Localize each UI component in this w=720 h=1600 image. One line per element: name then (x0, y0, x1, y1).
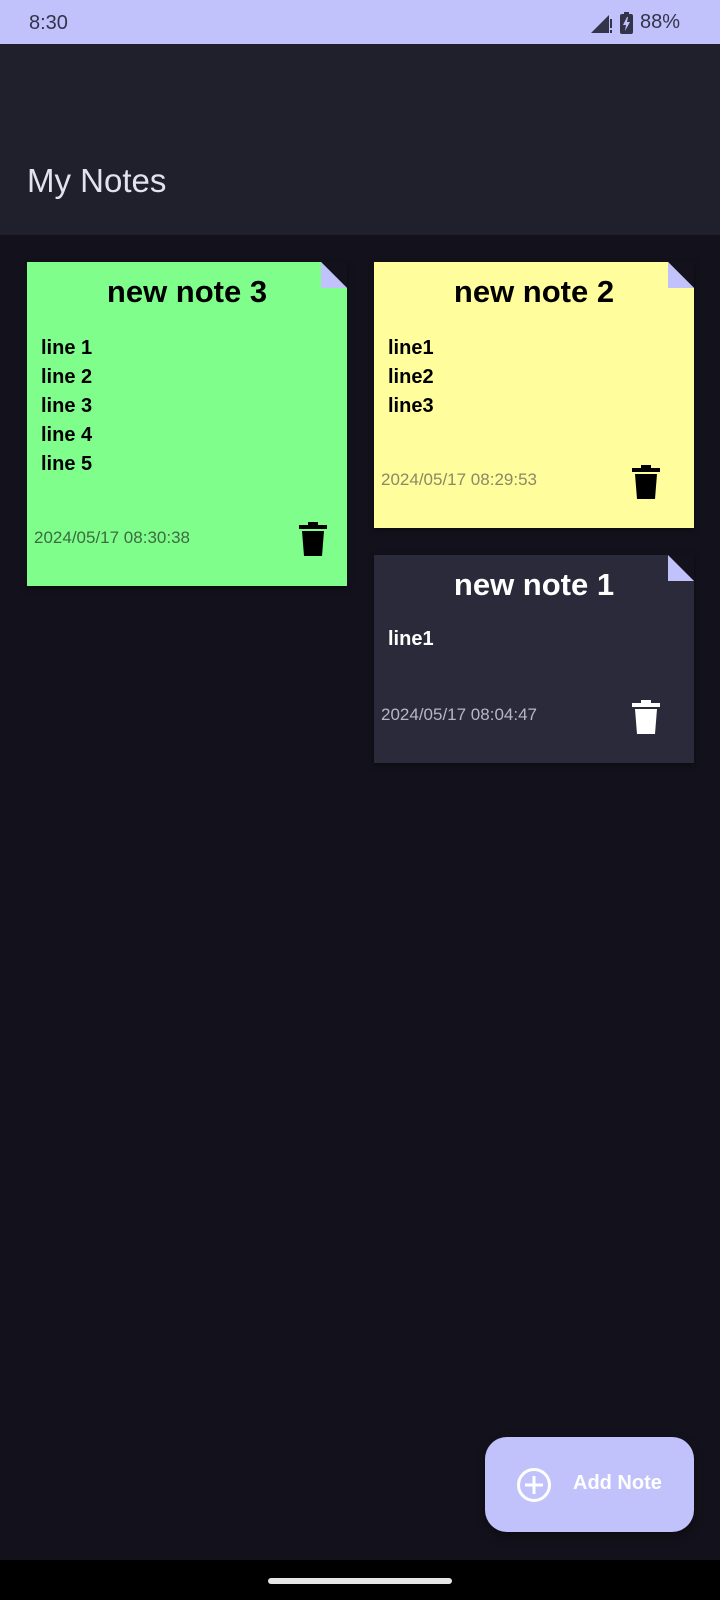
trash-icon[interactable] (632, 465, 660, 499)
note-body: line1 line2 line3 (388, 334, 434, 421)
note-line: line1 (388, 337, 434, 359)
add-circle-icon (517, 1468, 551, 1502)
add-note-button[interactable]: Add Note (485, 1437, 694, 1532)
note-card-1[interactable]: new note 1 line1 2024/05/17 08:04:47 (374, 555, 694, 763)
status-time: 8:30 (29, 12, 68, 34)
note-title: new note 1 (453, 567, 615, 602)
add-note-label: Add Note (573, 1472, 662, 1494)
trash-icon[interactable] (299, 522, 327, 556)
battery-percent: 88% (639, 11, 680, 33)
status-bar: 8:30 88% (0, 0, 720, 44)
note-title: new note 2 (453, 274, 615, 309)
note-line: line 4 (41, 424, 93, 446)
note-card-2[interactable]: new note 2 line1 line2 line3 2024/05/17 … (374, 262, 694, 528)
note-date: 2024/05/17 08:29:53 (381, 470, 537, 489)
home-indicator[interactable] (268, 1578, 452, 1584)
app-bar: My Notes (0, 44, 720, 235)
note-line: line 3 (41, 395, 93, 417)
signal-icon (590, 14, 612, 33)
note-title: new note 3 (106, 274, 268, 309)
page-title: My Notes (27, 162, 167, 199)
note-body: line 1 line 2 line 3 line 4 line 5 (41, 334, 92, 479)
battery-icon (619, 11, 633, 34)
note-line: line2 (388, 366, 434, 388)
note-line: line 5 (41, 453, 93, 475)
note-line: line1 (388, 628, 434, 650)
note-body: line1 (388, 625, 434, 654)
note-line: line 1 (41, 337, 93, 359)
note-date: 2024/05/17 08:04:47 (381, 705, 537, 724)
note-card-3[interactable]: new note 3 line 1 line 2 line 3 line 4 l… (27, 262, 347, 586)
note-line: line3 (388, 395, 434, 417)
note-line: line 2 (41, 366, 93, 388)
note-date: 2024/05/17 08:30:38 (34, 528, 190, 547)
trash-icon[interactable] (632, 700, 660, 734)
status-icons: 88% (589, 11, 680, 34)
